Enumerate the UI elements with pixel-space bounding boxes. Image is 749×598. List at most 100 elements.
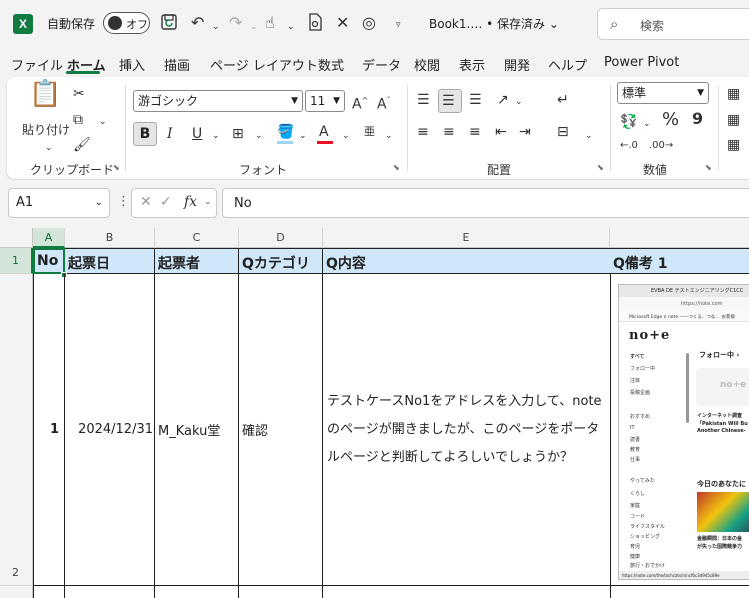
italic-button[interactable]: I [167,125,173,143]
accounting-dropdown-icon[interactable]: ⌄ [643,115,651,133]
bold-button[interactable]: B [133,122,157,146]
formula-input[interactable]: No [222,188,749,218]
touch-mode-icon[interactable]: ☝ [265,13,275,33]
fill-color-icon[interactable]: 🪣 [277,123,294,141]
qat-customize-icon[interactable]: ▿ [396,15,401,35]
percent-button[interactable]: % [662,111,679,129]
cell-d1[interactable]: Qカテゴリ [239,248,323,274]
insert-function-button[interactable]: fx [184,194,197,210]
number-launcher-icon[interactable]: ⬊ [705,163,712,172]
cell-e3[interactable] [323,586,611,598]
search-box[interactable]: ⌕ 検索 [597,8,749,40]
cell-a1[interactable]: No [33,248,65,274]
cell-d3[interactable] [239,586,323,598]
copy-icon[interactable]: ⧉ [73,111,83,129]
tab-insert[interactable]: 挿入 [119,55,145,74]
cell-e1[interactable]: Q内容 [323,248,611,274]
phonetic-dropdown-icon[interactable]: ⌄ [385,127,393,145]
number-format-select[interactable]: 標準 ▼ [617,82,709,104]
font-name-select[interactable]: 游ゴシック ▼ [133,90,303,112]
increase-indent-icon[interactable]: ⇥ [519,123,531,141]
column-header-c[interactable]: C [155,228,239,248]
print-preview-icon[interactable] [307,13,323,36]
copy-dropdown-icon[interactable]: ⌄ [99,113,107,131]
autosave-toggle[interactable]: オフ [103,12,150,34]
cell-a2[interactable]: 1 [33,274,65,586]
select-all-button[interactable] [0,228,33,248]
border-dropdown-icon[interactable]: ⌄ [255,127,263,145]
undo-dropdown-icon[interactable]: ⌄ [212,17,220,37]
align-center-icon[interactable]: ≡ [443,123,455,141]
shrink-font-icon[interactable]: Aˇ [377,92,391,114]
cut-icon[interactable]: ✂ [73,85,85,103]
tab-draw[interactable]: 描画 [164,55,190,74]
increase-decimal-icon[interactable]: ←.0 [620,137,638,155]
more-options-icon[interactable]: ⋮ [117,194,130,209]
redo-icon[interactable]: ↷ [229,13,242,33]
cell-b3[interactable] [65,586,155,598]
row-header-2[interactable]: 2 [0,274,33,586]
cell-f1[interactable]: Q備考 1 [610,248,749,274]
column-header-e[interactable]: E [323,228,610,248]
cell-b1[interactable]: 起票日 [65,248,155,274]
align-top-icon[interactable]: ☰ [417,91,430,109]
decrease-decimal-icon[interactable]: .00→ [649,137,673,155]
comma-style-button[interactable]: 9 [692,110,703,128]
clipboard-launcher-icon[interactable]: ⬊ [113,163,120,172]
font-color-dropdown-icon[interactable]: ⌄ [342,127,350,145]
paste-button[interactable]: 貼り付け [22,121,70,139]
grow-font-icon[interactable]: A^ [352,92,368,114]
underline-dropdown-icon[interactable]: ⌄ [212,127,220,145]
font-size-select[interactable]: 11 ▼ [305,90,345,112]
decrease-indent-icon[interactable]: ⇤ [495,123,507,141]
border-icon[interactable]: ⊞ [232,125,244,143]
tab-formulas[interactable]: 数式 [318,55,344,74]
tab-page-layout[interactable]: ページ レイアウト [210,55,318,74]
column-header-f[interactable] [610,228,749,248]
tab-data[interactable]: データ [362,55,401,74]
cell-c1[interactable]: 起票者 [155,248,239,274]
cancel-icon[interactable]: ✕ [140,194,152,210]
redo-dropdown-icon[interactable]: ⌄ [250,17,258,37]
fill-color-dropdown-icon[interactable]: ⌄ [299,127,307,145]
tab-view[interactable]: 表示 [459,55,485,74]
format-table-icon[interactable]: ▦ [727,111,740,129]
record-icon[interactable]: ◎ [362,13,376,33]
merge-dropdown-icon[interactable]: ⌄ [585,127,593,145]
cell-e2[interactable]: テストケースNo1をアドレスを入力して、noteのページが開きましたが、このペー… [323,274,611,586]
tab-developer[interactable]: 開発 [504,55,530,74]
row-header-3[interactable] [0,586,33,598]
tab-power-pivot[interactable]: Power Pivot [604,55,679,70]
tab-review[interactable]: 校閲 [414,55,440,74]
tab-help[interactable]: ヘルプ [548,55,587,74]
row-header-1[interactable]: 1 [0,248,33,274]
cell-c2[interactable]: M_Kaku堂 [155,274,239,586]
close-small-icon[interactable]: ✕ [336,13,349,33]
column-header-b[interactable]: B [65,228,155,248]
fx-dropdown-icon[interactable]: ⌄ [204,197,212,207]
accounting-format-icon[interactable]: 💱 [620,113,637,131]
align-left-icon[interactable]: ≡ [417,123,429,141]
cell-a3[interactable] [33,586,65,598]
column-header-a[interactable]: A [33,228,65,248]
alignment-launcher-icon[interactable]: ⬊ [597,163,604,172]
align-right-icon[interactable]: ≡ [469,123,481,141]
orientation-dropdown-icon[interactable]: ⌄ [515,93,523,111]
align-bottom-icon[interactable]: ☰ [469,91,482,109]
font-color-button[interactable]: A [319,123,329,141]
cell-d2[interactable]: 確認 [239,274,323,586]
merge-center-icon[interactable]: ⊟ [557,123,569,141]
cell-b2[interactable]: 2024/12/31 [65,274,155,586]
conditional-format-icon[interactable]: ▦ [727,85,740,103]
format-painter-icon[interactable]: 🖌 [73,136,91,154]
paste-icon[interactable]: 📋 [29,81,61,107]
tab-file[interactable]: ファイル [11,55,63,74]
touch-dropdown-icon[interactable]: ⌄ [287,17,295,37]
font-launcher-icon[interactable]: ⬊ [393,163,400,172]
underline-button[interactable]: U [192,125,202,143]
column-header-d[interactable]: D [239,228,323,248]
orientation-icon[interactable]: ↗ [497,91,509,109]
undo-icon[interactable]: ↶ [191,13,204,33]
name-box[interactable]: A1 ⌄ [8,188,110,218]
cell-styles-icon[interactable]: ▦ [727,136,740,154]
